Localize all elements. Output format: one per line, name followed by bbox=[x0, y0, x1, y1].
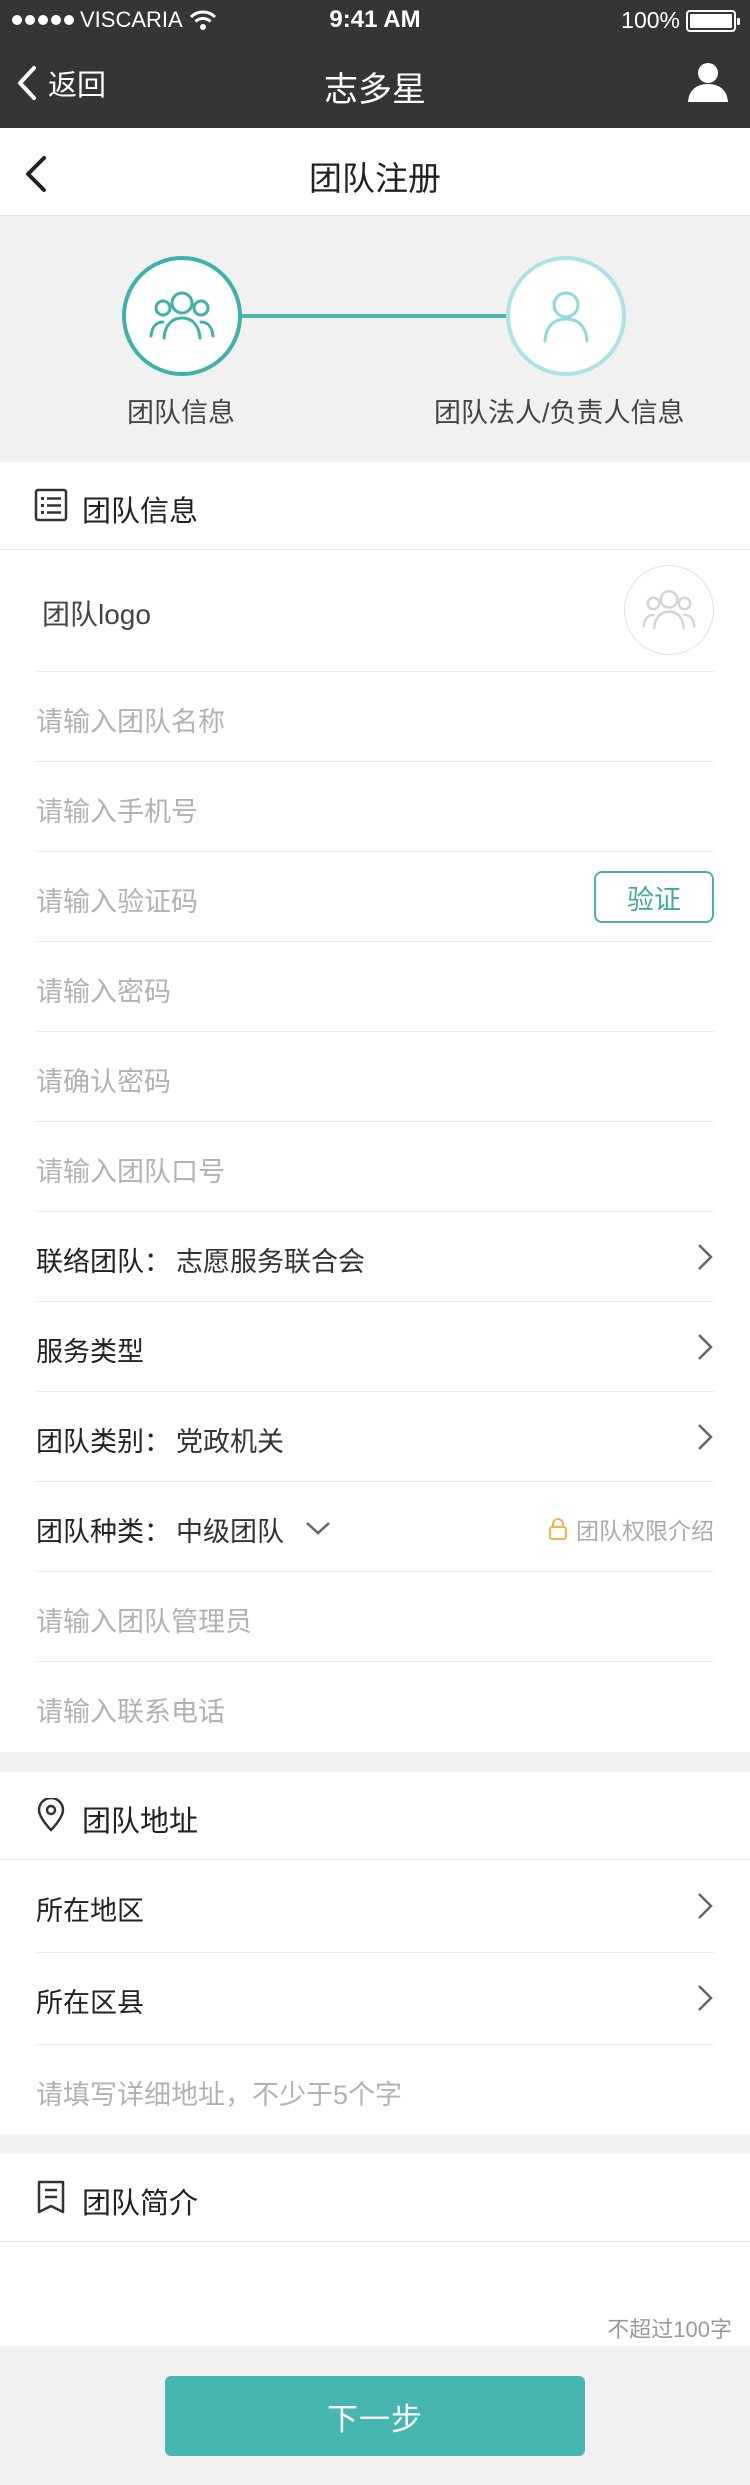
step-indicator: 团队信息 团队法人/负责人信息 bbox=[0, 216, 750, 462]
team-kind-row[interactable]: 团队种类： 中级团队 团队权限介绍 bbox=[36, 1482, 714, 1572]
password-placeholder: 请输入密码 bbox=[36, 977, 171, 1007]
password-field[interactable]: 请输入密码 bbox=[36, 942, 714, 1032]
step-2 bbox=[506, 256, 626, 376]
location-pin-icon bbox=[37, 1798, 65, 1832]
section-title: 团队简介 bbox=[82, 2188, 199, 2220]
document-icon bbox=[37, 2180, 65, 2214]
team-icon bbox=[149, 291, 215, 340]
chevron-right-icon bbox=[698, 1334, 713, 1360]
detail-address-field[interactable]: 请填写详细地址，不少于5个字 bbox=[36, 2045, 714, 2135]
step-1-label: 团队信息 bbox=[127, 398, 235, 428]
chevron-right-icon bbox=[698, 1985, 713, 2011]
section-title: 团队地址 bbox=[82, 1806, 199, 1838]
top-bar: VISCARIA 9:41 AM 100% 返回 志多星 bbox=[0, 0, 750, 128]
permission-label: 团队权限介绍 bbox=[576, 1518, 714, 1544]
category-label: 团队类别： bbox=[36, 1427, 171, 1457]
navbar: 返回 志多星 bbox=[0, 40, 750, 128]
step-1 bbox=[122, 256, 242, 376]
app-title: 志多星 bbox=[324, 71, 426, 109]
battery-icon bbox=[686, 9, 740, 32]
chevron-right-icon bbox=[698, 1424, 713, 1450]
slogan-placeholder: 请输入团队口号 bbox=[36, 1157, 225, 1187]
char-limit: 不超过100字 bbox=[607, 2317, 732, 2342]
team-name-field[interactable]: 请输入团队名称 bbox=[36, 672, 714, 762]
intro-section: 团队简介 不超过100字 bbox=[0, 2154, 750, 2346]
slogan-field[interactable]: 请输入团队口号 bbox=[36, 1122, 714, 1212]
section-header: 团队信息 bbox=[0, 462, 750, 550]
team-info-section: 团队信息 团队logo 请输入团队名称 请输入手机号 请输入验证码 验证 请输入… bbox=[0, 462, 750, 1752]
status-bar: VISCARIA 9:41 AM 100% bbox=[0, 0, 750, 40]
user-icon[interactable] bbox=[686, 60, 730, 104]
category-value: 党政机关 bbox=[176, 1427, 284, 1457]
section-header: 团队简介 bbox=[0, 2154, 750, 2242]
section-title: 团队信息 bbox=[82, 496, 199, 528]
team-placeholder-icon bbox=[642, 589, 696, 630]
kind-value: 中级团队 bbox=[176, 1517, 284, 1547]
logo-row[interactable]: 团队logo bbox=[36, 551, 714, 672]
verify-button[interactable]: 验证 bbox=[594, 871, 714, 923]
service-type-row[interactable]: 服务类型 bbox=[36, 1302, 714, 1392]
phone-field[interactable]: 请输入手机号 bbox=[36, 762, 714, 852]
list-icon bbox=[34, 488, 68, 522]
team-name-placeholder: 请输入团队名称 bbox=[36, 707, 225, 737]
address-section: 团队地址 所在地区 所在区县 请填写详细地址，不少于5个字 bbox=[0, 1772, 750, 2134]
battery-percent: 100% bbox=[621, 7, 680, 33]
team-category-row[interactable]: 团队类别： 党政机关 bbox=[36, 1392, 714, 1482]
section-header: 团队地址 bbox=[0, 1772, 750, 1860]
confirm-password-field[interactable]: 请确认密码 bbox=[36, 1032, 714, 1122]
footer: 下一步 bbox=[0, 2346, 750, 2485]
contact-phone-field[interactable]: 请输入联系电话 bbox=[36, 1662, 714, 1752]
step-connector bbox=[241, 314, 511, 318]
confirm-password-placeholder: 请确认密码 bbox=[36, 1067, 171, 1097]
admin-placeholder: 请输入团队管理员 bbox=[36, 1607, 252, 1637]
region-label: 所在地区 bbox=[36, 1896, 144, 1926]
person-icon bbox=[543, 291, 589, 343]
contact-placeholder: 请输入联系电话 bbox=[36, 1697, 225, 1727]
page-header: 团队注册 bbox=[0, 128, 750, 216]
liaison-label: 联络团队： bbox=[36, 1247, 171, 1277]
detail-address-placeholder: 请填写详细地址，不少于5个字 bbox=[36, 2080, 403, 2110]
liaison-value: 志愿服务联合会 bbox=[176, 1247, 365, 1277]
chevron-down-icon[interactable] bbox=[304, 1520, 332, 1536]
logo-upload[interactable] bbox=[624, 565, 714, 655]
service-type-label: 服务类型 bbox=[36, 1337, 144, 1367]
logo-label: 团队logo bbox=[42, 599, 151, 630]
phone-placeholder: 请输入手机号 bbox=[36, 797, 198, 827]
code-field[interactable]: 请输入验证码 验证 bbox=[36, 852, 714, 942]
region-row[interactable]: 所在地区 bbox=[36, 1861, 714, 1953]
admin-field[interactable]: 请输入团队管理员 bbox=[36, 1572, 714, 1662]
next-step-button[interactable]: 下一步 bbox=[165, 2376, 585, 2456]
page-title: 团队注册 bbox=[309, 160, 441, 197]
code-placeholder: 请输入验证码 bbox=[36, 887, 198, 917]
kind-label: 团队种类： bbox=[36, 1517, 171, 1547]
county-row[interactable]: 所在区县 bbox=[36, 1953, 714, 2045]
chevron-right-icon bbox=[698, 1893, 713, 1919]
chevron-right-icon bbox=[698, 1244, 713, 1270]
permission-link[interactable]: 团队权限介绍 bbox=[548, 1512, 714, 1546]
step-2-label: 团队法人/负责人信息 bbox=[434, 398, 685, 428]
liaison-team-row[interactable]: 联络团队： 志愿服务联合会 bbox=[36, 1212, 714, 1302]
county-label: 所在区县 bbox=[36, 1988, 144, 2018]
lock-icon bbox=[549, 1518, 567, 1540]
